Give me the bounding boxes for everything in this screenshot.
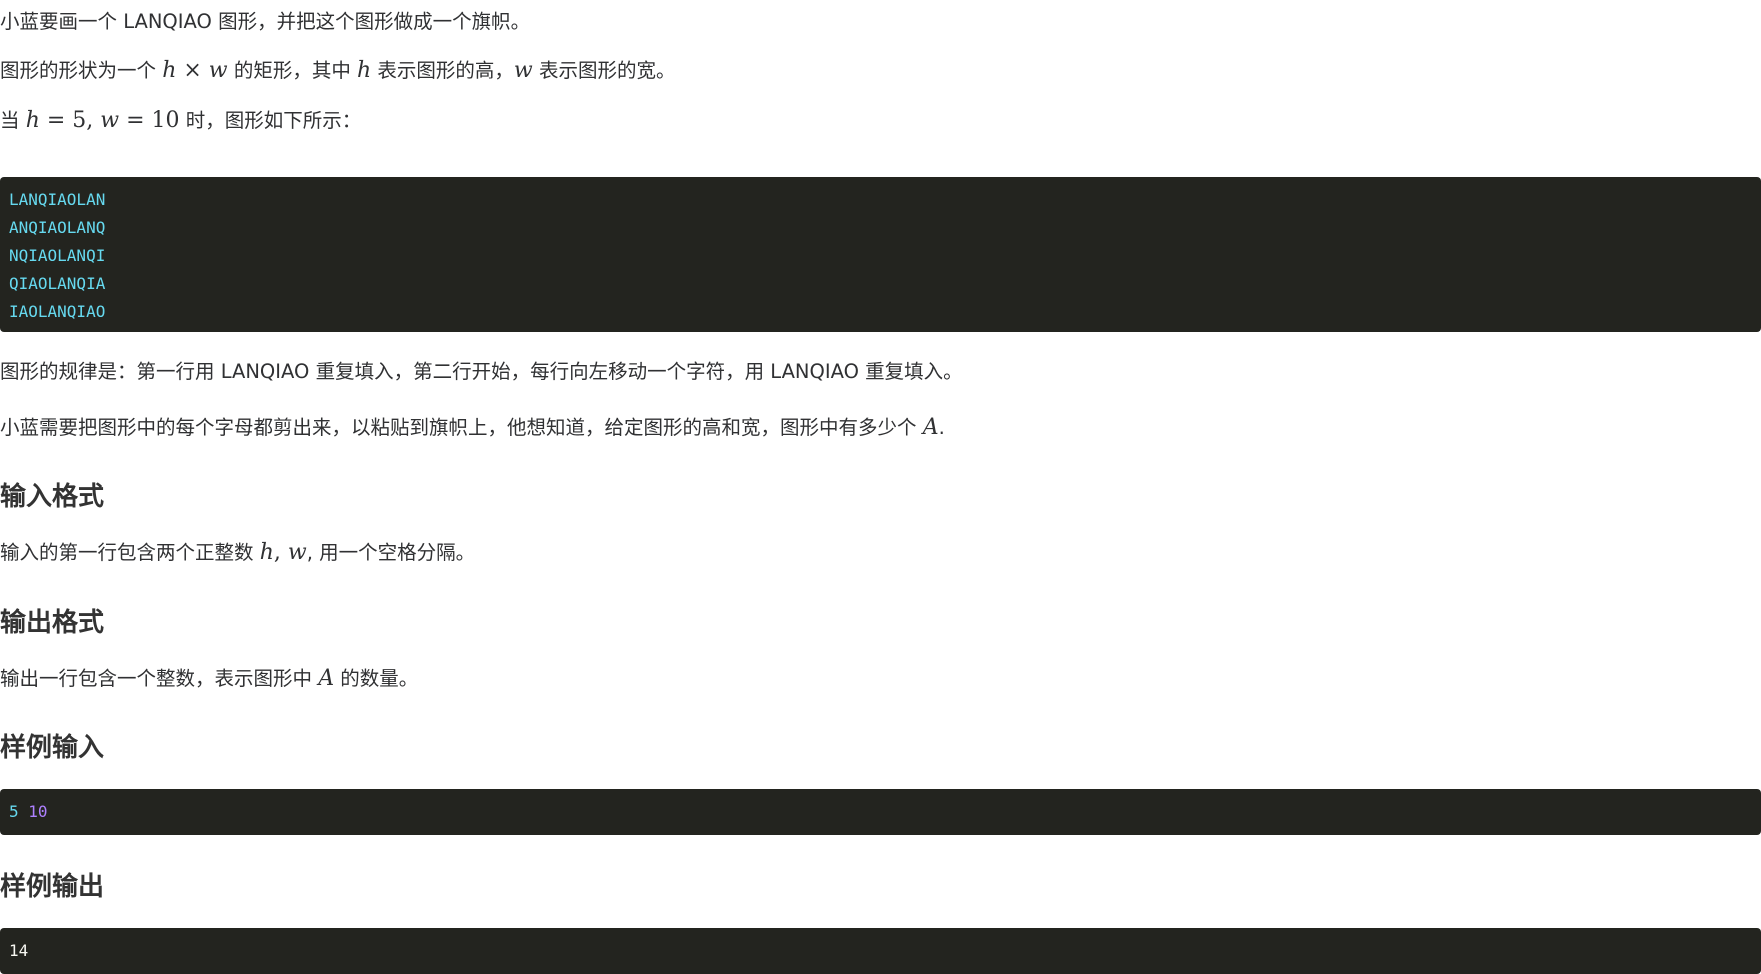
math-h: h	[25, 108, 40, 133]
math-comma: ,	[273, 540, 288, 565]
sample-input-code-block: 5 10	[0, 789, 1761, 835]
text-fragment: , 用一个空格分隔。	[306, 541, 476, 564]
text-fragment: 的矩形，其中	[227, 59, 358, 82]
sample-input-heading: 样例输入	[0, 733, 105, 763]
sample-input-line: 5 10	[9, 798, 1752, 826]
output-format-text: 输出一行包含一个整数，表示图形中 A 的数量。	[0, 665, 418, 693]
output-format-heading: 输出格式	[0, 608, 105, 638]
text-fragment: 小蓝需要把图形中的每个字母都剪出来，以粘贴到旗帜上，他想知道，给定图形的高和宽，…	[0, 416, 923, 439]
figure-line: ANQIAOLANQ	[9, 218, 106, 237]
math-a: A	[922, 415, 939, 440]
text-fragment: 的数量。	[334, 667, 419, 690]
sample-output-code-block: 14	[0, 928, 1761, 974]
text-fragment: 输入的第一行包含两个正整数	[0, 541, 260, 564]
math-times: ×	[176, 58, 209, 83]
text-fragment: 表示图形的高，	[371, 59, 514, 82]
text-fragment: 当	[0, 109, 26, 132]
math-h: h	[259, 540, 274, 565]
math-eq: = 10	[119, 108, 180, 133]
figure-line: QIAOLANQIA	[9, 274, 106, 293]
text-fragment: 输出一行包含一个整数，表示图形中	[0, 667, 319, 690]
statement-intro: 小蓝要画一个 LANQIAO 图形，并把这个图形做成一个旗帜。	[0, 10, 531, 33]
text-fragment: 时，图形如下所示：	[179, 109, 362, 132]
math-w: w	[100, 108, 120, 133]
text-fragment: .	[938, 416, 945, 439]
statement-rule: 图形的规律是：第一行用 LANQIAO 重复填入，第二行开始，每行向左移动一个字…	[0, 360, 963, 383]
sample-output-heading: 样例输出	[0, 872, 105, 902]
sample-input-h: 5	[9, 802, 19, 821]
text-fragment: 表示图形的宽。	[532, 59, 676, 82]
math-w: w	[287, 540, 307, 565]
figure-line: NQIAOLANQI	[9, 246, 106, 265]
math-eq: = 5,	[39, 108, 101, 133]
math-w: w	[513, 58, 533, 83]
math-a: A	[318, 666, 335, 691]
text-fragment: 图形的形状为一个	[0, 59, 163, 82]
math-h: h	[162, 58, 177, 83]
statement-shape: 图形的形状为一个 h × w 的矩形，其中 h 表示图形的高，w 表示图形的宽。	[0, 57, 675, 85]
math-w: w	[208, 58, 228, 83]
input-format-text: 输入的第一行包含两个正整数 h, w, 用一个空格分隔。	[0, 539, 475, 567]
figure-line: IAOLANQIAO	[9, 302, 106, 321]
figure-line: LANQIAOLAN	[9, 190, 106, 209]
statement-example-intro: 当 h = 5, w = 10 时，图形如下所示：	[0, 107, 361, 135]
sample-output-value: 14	[9, 941, 29, 960]
statement-question: 小蓝需要把图形中的每个字母都剪出来，以粘贴到旗帜上，他想知道，给定图形的高和宽，…	[0, 414, 945, 442]
sample-input-w: 10	[28, 802, 48, 821]
figure-code-block: LANQIAOLAN ANQIAOLANQ NQIAOLANQI QIAOLAN…	[0, 177, 1761, 332]
input-format-heading: 输入格式	[0, 482, 105, 512]
math-h: h	[357, 58, 372, 83]
